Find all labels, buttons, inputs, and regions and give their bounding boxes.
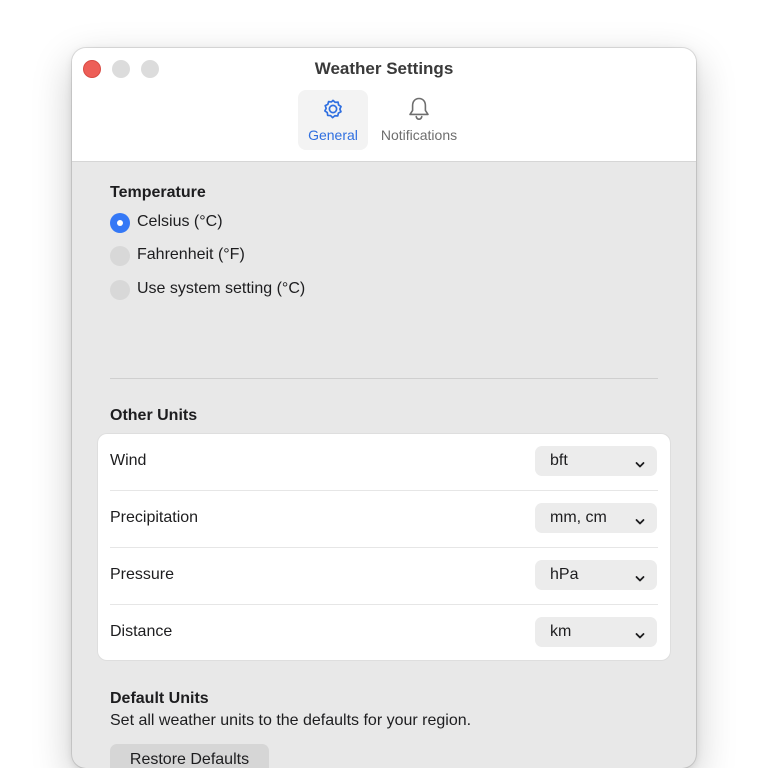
- title-bar: Weather Settings General Notifications: [72, 48, 696, 162]
- temperature-heading: Temperature: [110, 184, 206, 201]
- unit-row-wind: Wind bft: [98, 434, 670, 491]
- pressure-label: Pressure: [110, 566, 175, 583]
- default-units-heading: Default Units: [110, 690, 209, 707]
- precipitation-label: Precipitation: [110, 509, 199, 526]
- wind-unit-select[interactable]: bft: [535, 446, 657, 476]
- tab-notifications-label: Notifications: [380, 127, 458, 143]
- section-divider: [110, 378, 658, 379]
- pressure-unit-value: hPa: [550, 566, 579, 583]
- unit-row-precipitation: Precipitation mm, cm: [98, 491, 670, 548]
- chevron-down-icon: [635, 570, 645, 588]
- chevron-down-icon: [635, 513, 645, 531]
- chevron-down-icon: [635, 456, 645, 474]
- bell-icon: [405, 95, 433, 128]
- distance-label: Distance: [110, 623, 173, 640]
- wind-unit-value: bft: [550, 452, 568, 469]
- default-units-description: Set all weather units to the defaults fo…: [110, 712, 472, 729]
- precipitation-unit-value: mm, cm: [550, 509, 607, 526]
- gear-icon: [319, 95, 347, 128]
- restore-defaults-label: Restore Defaults: [129, 751, 250, 768]
- tab-general-label: General: [308, 127, 358, 143]
- distance-unit-value: km: [550, 623, 572, 640]
- other-units-card: Wind bft Precipitation mm, cm Pressure h…: [98, 434, 670, 660]
- other-units-heading: Other Units: [110, 407, 198, 424]
- window-title: Weather Settings: [314, 59, 454, 78]
- radio-unselected-indicator[interactable]: [110, 246, 130, 266]
- precipitation-unit-select[interactable]: mm, cm: [535, 503, 657, 533]
- radio-system-setting-label: Use system setting (°C): [137, 280, 306, 297]
- unit-row-distance: Distance km: [98, 605, 670, 662]
- wind-label: Wind: [110, 452, 147, 469]
- radio-fahrenheit-label: Fahrenheit (°F): [137, 246, 245, 263]
- settings-window: Weather Settings General Notifications T…: [72, 48, 696, 768]
- distance-unit-select[interactable]: km: [535, 617, 657, 647]
- radio-celsius-label: Celsius (°C): [137, 213, 223, 230]
- tab-notifications[interactable]: Notifications: [374, 90, 464, 150]
- tab-general[interactable]: General: [298, 90, 368, 150]
- unit-row-pressure: Pressure hPa: [98, 548, 670, 605]
- pressure-unit-select[interactable]: hPa: [535, 560, 657, 590]
- general-pane: Temperature Celsius (°C) Fahrenheit (°F)…: [72, 162, 696, 768]
- radio-selected-indicator[interactable]: [110, 213, 130, 233]
- restore-defaults-button[interactable]: Restore Defaults: [110, 744, 269, 768]
- radio-unselected-indicator[interactable]: [110, 280, 130, 300]
- chevron-down-icon: [635, 627, 645, 645]
